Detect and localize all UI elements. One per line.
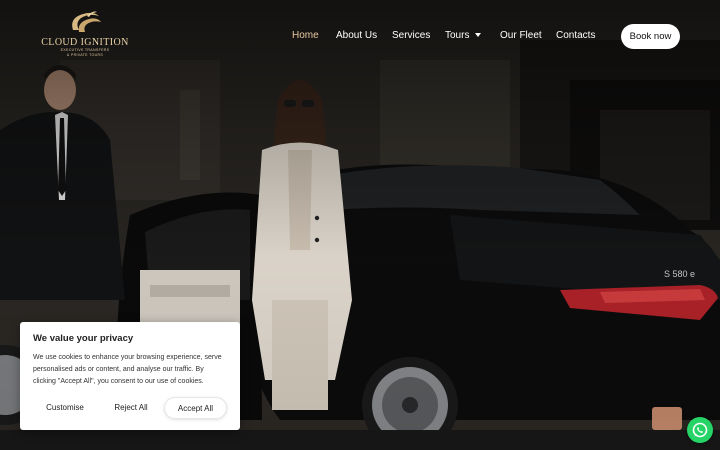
nav-item-our-fleet[interactable]: Our Fleet (500, 30, 542, 41)
nav-item-tours[interactable]: Tours (445, 30, 482, 41)
cookie-text: We use cookies to enhance your browsing … (33, 354, 222, 385)
chevron-down-icon (475, 33, 482, 37)
nav-item-tours-label: Tours (445, 30, 470, 41)
nav-item-services[interactable]: Services (392, 30, 430, 41)
logo-tagline-2: & PRIVATE TOURS (66, 52, 104, 57)
bottom-band (0, 430, 720, 450)
logo-name: CLOUD IGNITION (41, 37, 129, 48)
reject-all-button[interactable]: Reject All (100, 397, 162, 419)
customise-button[interactable]: Customise (33, 397, 97, 419)
cookie-title: We value your privacy (33, 333, 134, 344)
logo-mark-icon (72, 11, 101, 32)
suitcase-decor (652, 407, 682, 430)
nav-item-home[interactable]: Home (292, 30, 319, 41)
site-logo[interactable]: CLOUD IGNITION EXECUTIVE TRANSFERS & PRI… (40, 8, 130, 66)
accept-all-button[interactable]: Accept All (164, 397, 227, 419)
book-now-button[interactable]: Book now (621, 24, 680, 49)
whatsapp-button[interactable] (687, 417, 713, 443)
nav-item-about-us[interactable]: About Us (336, 30, 377, 41)
whatsapp-icon (692, 422, 708, 438)
cookie-consent-banner: We value your privacy We use cookies to … (20, 322, 240, 430)
nav-item-contacts[interactable]: Contacts (556, 30, 595, 41)
